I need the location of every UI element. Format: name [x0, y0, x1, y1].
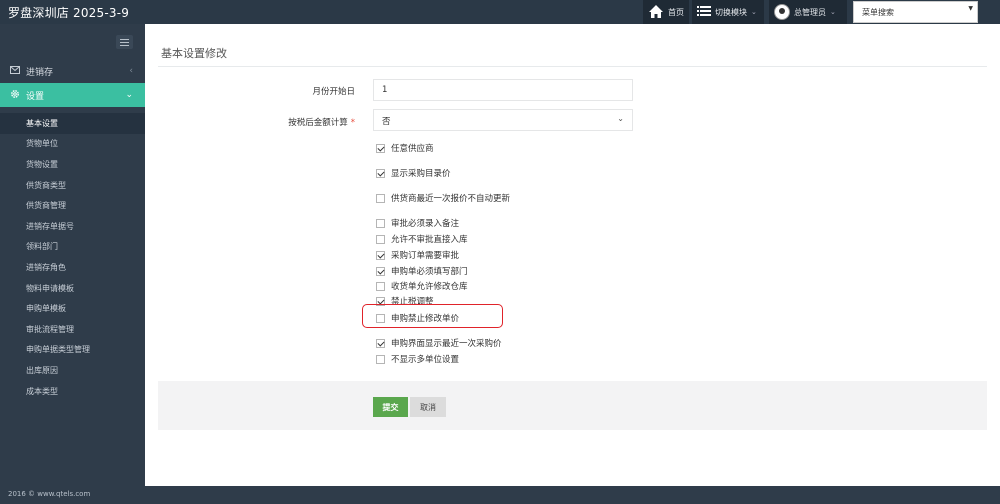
sidebar-item-goods-settings[interactable]: 货物设置: [0, 154, 145, 175]
sidebar-item-basic-settings[interactable]: 基本设置: [0, 113, 145, 134]
sidebar: 进销存 ‹ 设置 ⌄ 基本设置 货物单位 货物设置 供货商类型 供货商管理 进销…: [0, 24, 151, 486]
sidebar-item-outbound-reason[interactable]: 出库原因: [0, 360, 145, 381]
footer-copyright: 2016 © www.qtels.com: [0, 486, 1000, 504]
checkbox[interactable]: [376, 234, 385, 244]
checkbox-label: 审批必须录入备注: [391, 219, 460, 229]
chevron-left-icon: ‹: [129, 66, 133, 76]
home-label: 首页: [668, 7, 684, 17]
sidebar-item-cost-type[interactable]: 成本类型: [0, 381, 145, 402]
hamburger-icon: [120, 39, 129, 40]
page-title: 基本设置修改: [161, 47, 227, 60]
gear-icon: [10, 89, 20, 102]
main-content: 基本设置修改 月份开始日 1 按税后金额计算 * 否 ⌄ 任意供应商 显示采购目录…: [145, 24, 1000, 486]
checkbox-label: 收货单允许修改仓库: [391, 282, 468, 292]
checkbox-forbid-tax-adjust[interactable]: 禁止税调整: [376, 295, 434, 307]
hamburger-line: [120, 45, 129, 46]
checkbox-forbid-edit-unit-price[interactable]: 申购禁止修改单价: [376, 312, 459, 324]
checkbox-request-dept-required[interactable]: 申购单必须填写部门: [376, 265, 468, 277]
required-mark: *: [350, 118, 355, 128]
user-menu[interactable]: 总管理员 ⌄: [769, 0, 847, 24]
checkbox-po-needs-approval[interactable]: 采购订单需要审批: [376, 249, 459, 261]
cancel-button[interactable]: 取消: [410, 397, 446, 417]
checkbox[interactable]: [376, 218, 385, 228]
checkbox-label: 申购界面显示最近一次采购价: [391, 339, 502, 349]
checkbox[interactable]: [376, 143, 385, 153]
checkbox-label: 申购禁止修改单价: [391, 314, 460, 324]
checkbox[interactable]: [376, 296, 385, 306]
dropdown-caret-icon: ▼: [968, 5, 973, 12]
envelope-icon: [10, 65, 20, 77]
chevron-down-icon: ⌄: [617, 114, 624, 123]
tax-calc-label: 按税后金额计算 *: [288, 116, 355, 128]
checkbox-label: 采购订单需要审批: [391, 251, 460, 261]
checkbox-any-supplier[interactable]: 任意供应商: [376, 142, 434, 154]
sidebar-group-inventory[interactable]: 进销存 ‹: [0, 59, 145, 83]
sidebar-item-approval-flow[interactable]: 审批流程管理: [0, 319, 145, 340]
month-start-label-text: 月份开始日: [312, 87, 355, 97]
checkbox-label: 不显示多单位设置: [391, 355, 460, 365]
chevron-down-icon: ⌄: [830, 8, 836, 16]
sidebar-item-picking-department[interactable]: 领料部门: [0, 237, 145, 258]
sidebar-item-document-number[interactable]: 进销存单据号: [0, 216, 145, 237]
checkbox[interactable]: [376, 313, 385, 323]
checkbox[interactable]: [376, 281, 385, 291]
sidebar-item-supplier-management[interactable]: 供货商管理: [0, 195, 145, 216]
checkbox-label: 供货商最近一次报价不自动更新: [391, 194, 511, 204]
chevron-down-icon: ⌄: [125, 90, 133, 100]
sidebar-item-material-request-template[interactable]: 物料申请模板: [0, 278, 145, 299]
checkbox-label: 显示采购目录价: [391, 169, 451, 179]
checkbox-allow-direct-stock-in[interactable]: 允许不审批直接入库: [376, 233, 468, 245]
checkbox[interactable]: [376, 338, 385, 348]
checkbox[interactable]: [376, 250, 385, 260]
sidebar-group-label: 设置: [26, 91, 45, 102]
month-start-label: 月份开始日: [312, 85, 355, 97]
checkbox[interactable]: [376, 168, 385, 178]
checkbox-label: 禁止税调整: [391, 297, 434, 307]
switch-module-nav[interactable]: 切换模块 ⌄: [692, 0, 764, 24]
tax-calc-label-text: 按税后金额计算: [288, 118, 348, 128]
checkbox[interactable]: [376, 193, 385, 203]
hamburger-line: [120, 42, 129, 43]
sidebar-item-inventory-roles[interactable]: 进销存角色: [0, 257, 145, 278]
menu-search-select[interactable]: 菜单搜索 ▼: [853, 1, 978, 23]
sidebar-item-purchase-request-template[interactable]: 申购单模板: [0, 298, 145, 319]
month-start-value: 1: [382, 85, 388, 95]
sidebar-item-supplier-type[interactable]: 供货商类型: [0, 175, 145, 196]
month-start-input[interactable]: 1: [373, 79, 633, 101]
switch-module-label: 切换模块: [715, 7, 747, 17]
sidebar-toggle-button[interactable]: [116, 35, 133, 49]
form-action-bar: 提交 取消: [158, 381, 987, 430]
chevron-down-icon: ⌄: [751, 8, 757, 16]
checkbox[interactable]: [376, 266, 385, 276]
divider: [158, 66, 987, 67]
tax-calc-select[interactable]: 否 ⌄: [373, 109, 633, 131]
checkbox-no-auto-update-quote[interactable]: 供货商最近一次报价不自动更新: [376, 192, 510, 204]
sidebar-group-label: 进销存: [26, 67, 54, 78]
top-navbar: 罗盘深圳店 2025-3-9 首页 切换模块 ⌄ 总管理员 ⌄ 菜单搜索 ▼: [0, 0, 1000, 24]
list-icon: [697, 5, 711, 19]
brand-title: 罗盘深圳店 2025-3-9: [8, 6, 130, 20]
checkbox-show-last-purchase-price[interactable]: 申购界面显示最近一次采购价: [376, 337, 502, 349]
sidebar-group-settings[interactable]: 设置 ⌄: [0, 83, 151, 107]
checkbox-receipt-edit-warehouse[interactable]: 收货单允许修改仓库: [376, 280, 468, 292]
tax-calc-value: 否: [382, 117, 391, 127]
checkbox-show-catalog-price[interactable]: 显示采购目录价: [376, 167, 451, 179]
submit-button[interactable]: 提交: [373, 397, 408, 417]
menu-search-placeholder: 菜单搜索: [862, 8, 894, 17]
sidebar-item-request-doc-type[interactable]: 申购单据类型管理: [0, 340, 145, 361]
checkbox-label: 允许不审批直接入库: [391, 235, 468, 245]
checkbox-approval-remark-required[interactable]: 审批必须录入备注: [376, 217, 459, 229]
checkbox[interactable]: [376, 354, 385, 364]
sidebar-item-goods-unit[interactable]: 货物单位: [0, 134, 145, 155]
checkbox-label: 任意供应商: [391, 144, 434, 154]
user-name: 总管理员: [794, 7, 826, 17]
home-icon: [648, 4, 664, 21]
checkbox-label: 申购单必须填写部门: [391, 267, 468, 277]
checkbox-hide-multi-unit[interactable]: 不显示多单位设置: [376, 353, 459, 365]
settings-submenu: 基本设置 货物单位 货物设置 供货商类型 供货商管理 进销存单据号 领料部门 进…: [0, 113, 145, 401]
home-nav[interactable]: 首页: [643, 0, 689, 24]
avatar: [774, 4, 790, 20]
